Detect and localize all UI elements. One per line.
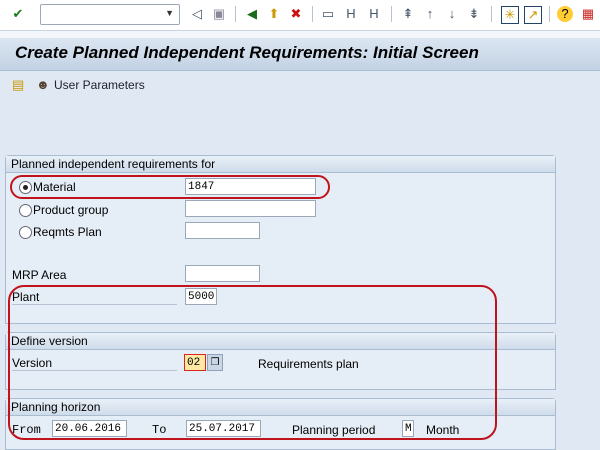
highlight-settings [8, 285, 497, 440]
back-green-icon[interactable]: ◀ [244, 6, 260, 22]
user-parameters-icon[interactable]: ☻ [36, 77, 50, 92]
shortcut-icon[interactable]: ↗ [524, 6, 542, 24]
save-icon[interactable]: ▣ [211, 6, 227, 22]
back-icon[interactable]: ◁ [189, 6, 205, 22]
enter-icon[interactable]: ✔ [10, 6, 26, 22]
mrp-area-input[interactable] [185, 265, 260, 282]
user-parameters-button[interactable]: User Parameters [54, 78, 145, 92]
previous-page-icon[interactable]: ↑ [422, 6, 438, 22]
system-toolbar: ✔ ▼ ◁ ▣ ◀ ⬆ ✖ ▭ H H ⇞ ↑ ↓ ⇟ ✳ ↗ ? ▦ [0, 0, 600, 31]
product-group-input[interactable] [185, 200, 316, 217]
exit-icon[interactable]: ⬆ [266, 6, 282, 22]
command-field[interactable]: ▼ [40, 4, 180, 25]
first-page-icon[interactable]: ⇞ [400, 6, 416, 22]
find-icon[interactable]: H [343, 6, 359, 22]
chevron-down-icon[interactable]: ▼ [165, 8, 174, 18]
product-group-label: Product group [33, 203, 109, 217]
mrp-area-label: MRP Area [12, 268, 67, 282]
find-next-icon[interactable]: H [366, 6, 382, 22]
last-page-icon[interactable]: ⇟ [466, 6, 482, 22]
group-title: Planned independent requirements for [6, 156, 555, 173]
cancel-icon[interactable]: ✖ [288, 6, 304, 22]
application-toolbar: ▤ ☻ User Parameters [0, 71, 600, 99]
copy-icon[interactable]: ▤ [12, 77, 24, 93]
reqmts-plan-input[interactable] [185, 222, 260, 239]
title-bar: Create Planned Independent Requirements:… [0, 38, 600, 71]
product-group-radio[interactable] [19, 204, 32, 217]
help-icon[interactable]: ? [557, 6, 573, 22]
highlight-material [10, 175, 330, 199]
print-icon[interactable]: ▭ [320, 6, 336, 22]
reqmts-plan-radio[interactable] [19, 226, 32, 239]
page-title: Create Planned Independent Requirements:… [15, 43, 479, 62]
new-session-icon[interactable]: ✳ [501, 6, 519, 24]
separator [0, 31, 600, 38]
next-page-icon[interactable]: ↓ [444, 6, 460, 22]
reqmts-plan-label: Reqmts Plan [33, 225, 102, 239]
layout-icon[interactable]: ▦ [580, 6, 596, 22]
